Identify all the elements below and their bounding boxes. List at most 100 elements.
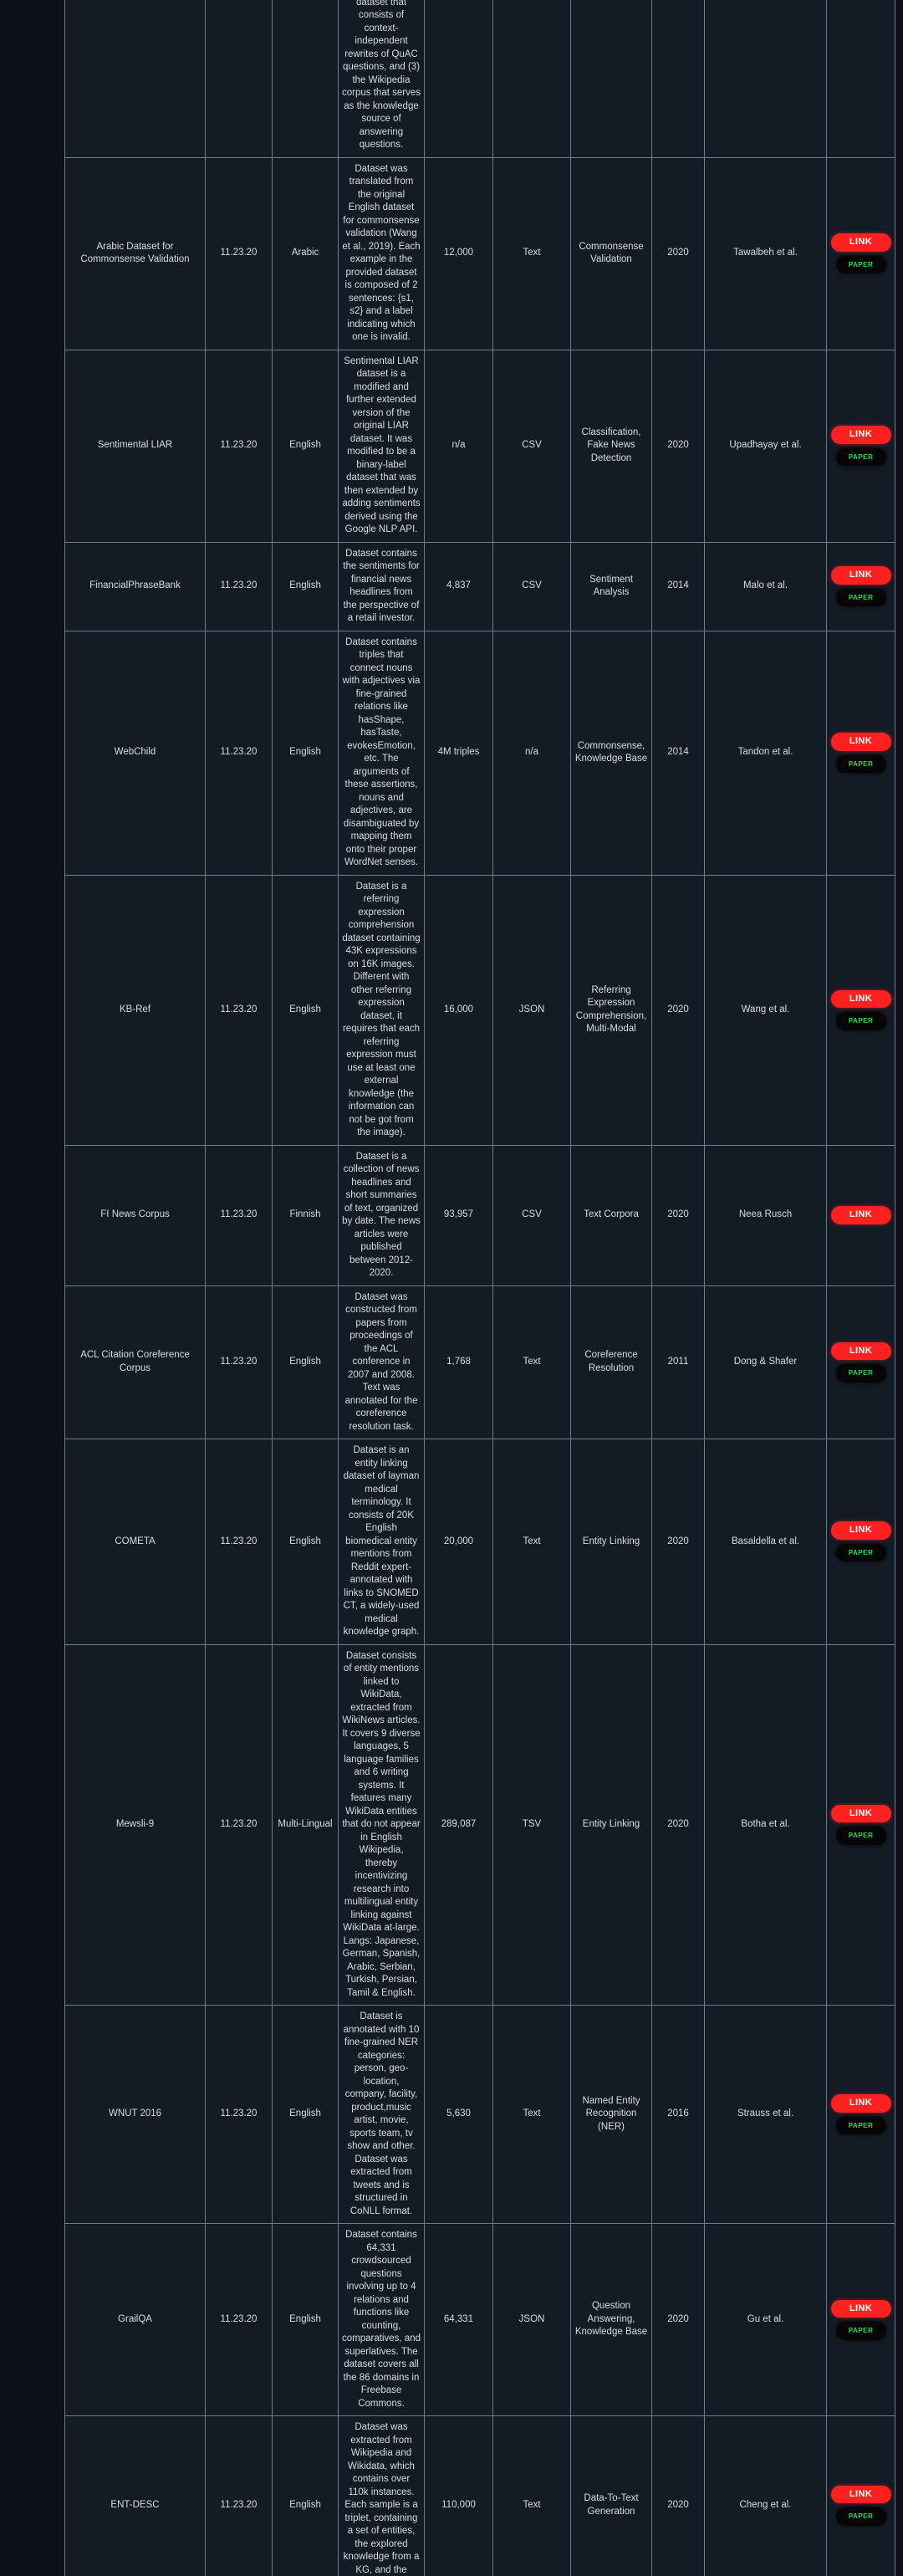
cell-year: 2020 [651,1144,705,1286]
paper-badge[interactable]: PAPER [835,2322,886,2340]
link-badge[interactable]: LINK [830,2094,891,2113]
paper-badge[interactable]: PAPER [835,1827,886,1845]
cell-dataset-name: ENT-DESC [64,2415,206,2576]
cell-size: 12,000 [424,156,493,350]
cell-description: Dataset is a collection of news headline… [338,1144,425,1286]
cell-authors: Botha et al. [704,1643,827,2006]
cell-language: English [272,2223,339,2416]
table-row: Sentimental LIAR 11.23.20 English Sentiment… [64,349,895,543]
cell-task: Entity Linking [570,1643,652,2006]
cell-size: 1,768 [424,1285,493,1439]
paper-badge[interactable]: PAPER [835,1012,886,1030]
paper-badge[interactable]: PAPER [835,1543,886,1562]
link-badge[interactable]: LINK [830,2299,891,2318]
cell-description: Dataset was constructed from papers from… [338,1285,425,1439]
badge-group: LINK PAPER [830,2094,891,2134]
cell-format: JSON [492,2223,571,2416]
link-badge[interactable]: LINK [830,2485,891,2504]
cell-format: Text [492,2415,571,2576]
cell-format: Text [492,2005,571,2224]
cell-year: 2020 [651,0,705,158]
cell-authors: Tandon et al. [704,630,827,876]
cell-format: Text [492,1439,571,1645]
link-badge[interactable]: LINK [830,1342,891,1361]
datasets-table: Open-Retrieval Conversational Question A… [64,0,895,2576]
datasets-page: Open-Retrieval Conversational Question A… [0,0,903,2576]
cell-dataset-name: Arabic Dataset for Commonsense Validatio… [64,156,206,350]
cell-links: LINK PAPER [826,2005,895,2224]
cell-date-added: 11.23.20 [205,156,273,350]
link-badge[interactable]: LINK [830,989,891,1008]
link-badge[interactable]: LINK [830,733,891,751]
cell-language: English [272,0,339,158]
cell-year: 2020 [651,2223,705,2416]
cell-year: 2020 [651,156,705,350]
cell-description: Dataset is an entity linking dataset of … [338,1439,425,1645]
cell-size: 5,644 [424,0,493,158]
cell-authors: Tawalbeh et al. [704,156,827,350]
paper-badge[interactable]: PAPER [835,588,886,606]
table-row: KB-Ref 11.23.20 English Dataset is a referr… [64,874,895,1146]
cell-dataset-name: Mewsli-9 [64,1643,206,2006]
cell-format: Text [492,1285,571,1439]
cell-language: English [272,1439,339,1645]
cell-dataset-name: WNUT 2016 [64,2005,206,2224]
table-row: COMETA 11.23.20 English Dataset is an entit… [64,1439,895,1645]
cell-task: Question Answering [570,0,652,158]
cell-year: 2020 [651,349,705,543]
cell-size: n/a [424,349,493,543]
cell-links: LINK PAPER [826,2223,895,2416]
paper-badge[interactable]: PAPER [835,2116,886,2134]
cell-dataset-name: WebChild [64,630,206,876]
cell-dataset-name: COMETA [64,1439,206,1645]
cell-task: Referring Expression Comprehension, Mult… [570,874,652,1146]
paper-badge[interactable]: PAPER [835,1364,886,1383]
link-badge[interactable]: LINK [830,1206,891,1224]
paper-badge[interactable]: PAPER [835,447,886,466]
cell-language: English [272,349,339,543]
cell-links: LINK PAPER [826,1643,895,2006]
cell-description: Dataset was extracted from Wikipedia and… [338,2415,425,2576]
badge-group: LINK PAPER [830,2299,891,2340]
cell-authors: Basaldella et al. [704,1439,827,1645]
badge-group: LINK PAPER [830,1342,891,1383]
cell-authors: Qu et al. [704,0,827,158]
cell-task: Question Answering, Knowledge Base [570,2223,652,2416]
link-badge[interactable]: LINK [830,426,891,444]
cell-dataset-name: FinancialPhraseBank [64,541,206,631]
paper-badge[interactable]: PAPER [835,2507,886,2526]
link-badge[interactable]: LINK [830,1804,891,1823]
badge-group: LINK PAPER [830,426,891,466]
cell-format: CSV [492,349,571,543]
link-badge[interactable]: LINK [830,233,891,252]
cell-language: English [272,1285,339,1439]
table-row: Mewsli-9 11.23.20 Multi-Lingual Dataset con… [64,1643,895,2006]
table-row: ACL Citation Coreference Corpus 11.23.20 E… [64,1285,895,1439]
link-badge[interactable]: LINK [830,1521,891,1540]
cell-authors: Wang et al. [704,874,827,1146]
cell-task: Commonsense, Knowledge Base [570,630,652,876]
cell-language: Multi-Lingual [272,1643,339,2006]
badge-group: LINK PAPER [830,733,891,773]
cell-size: 4M triples [424,630,493,876]
cell-format: CSV [492,541,571,631]
cell-authors: Gu et al. [704,2223,827,2416]
paper-badge[interactable]: PAPER [835,255,886,273]
cell-authors: Neea Rusch [704,1144,827,1286]
table-row: FinancialPhraseBank 11.23.20 English Datase… [64,541,895,631]
cell-description: Dataset contains the sentiments for fina… [338,541,425,631]
table-row: FI News Corpus 11.23.20 Finnish Dataset is … [64,1144,895,1286]
cell-description: Dataset was translated from the original… [338,156,425,350]
cell-links: LINK PAPER [826,1439,895,1645]
cell-date-added: 11.23.20 [205,541,273,631]
cell-language: Finnish [272,1144,339,1286]
cell-format: TSV [492,1643,571,2006]
cell-year: 2014 [651,630,705,876]
cell-authors: Cheng et al. [704,2415,827,2576]
paper-badge[interactable]: PAPER [835,754,886,773]
cell-authors: Dong & Shafer [704,1285,827,1439]
link-badge[interactable]: LINK [830,566,891,585]
cell-task: Entity Linking [570,1439,652,1645]
cell-language: English [272,2415,339,2576]
badge-group: LINK PAPER [830,2485,891,2526]
